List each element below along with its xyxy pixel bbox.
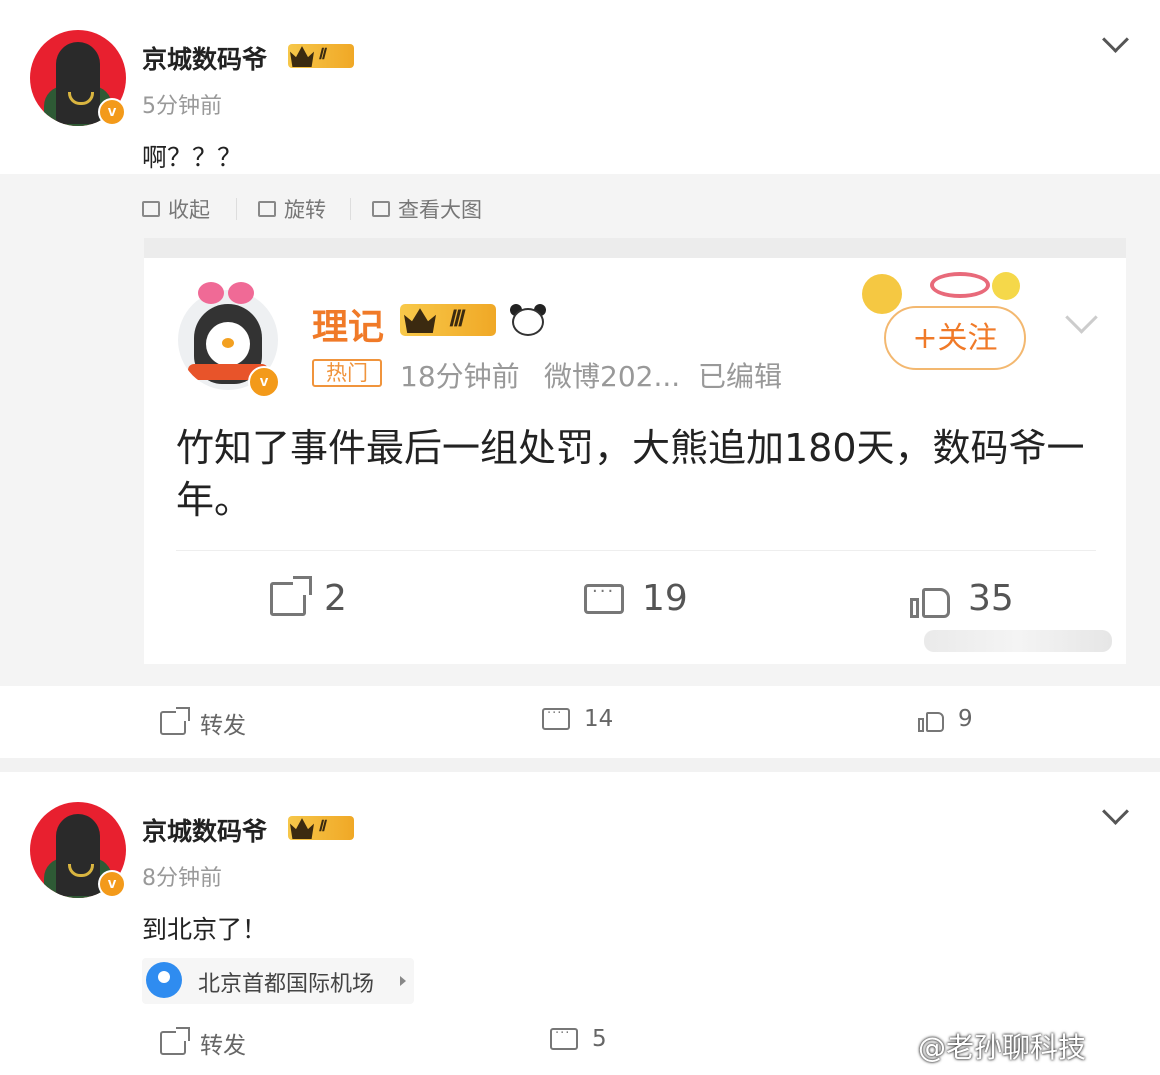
post-text: 啊？？？ xyxy=(142,143,243,172)
quoted-repost-button[interactable]: 2 xyxy=(270,575,347,619)
collapse-button[interactable]: 收起 xyxy=(142,194,210,224)
share-icon xyxy=(270,575,312,616)
level-label: Ⅱ xyxy=(318,47,326,63)
ribbon-decoration xyxy=(930,272,990,298)
location-label: 北京首都国际机场 xyxy=(198,972,375,997)
verified-badge-icon: v xyxy=(98,870,126,898)
verified-badge-icon: v xyxy=(98,98,126,126)
comment-button[interactable]: 14 xyxy=(542,706,613,732)
comment-icon xyxy=(584,581,624,614)
panda-icon xyxy=(508,304,548,338)
card-top-strip xyxy=(144,238,1126,258)
rotate-label: 旋转 xyxy=(284,198,326,222)
rotate-button[interactable]: 旋转 xyxy=(258,194,326,224)
repost-count: 2 xyxy=(324,578,347,619)
repost-button[interactable]: 转发 xyxy=(160,1026,246,1060)
quoted-source: 微博202... xyxy=(544,360,681,393)
quoted-text: 竹知了事件最后一组处罚，大熊追加180天，数码爷一年。 xyxy=(176,426,1085,522)
repost-button[interactable]: 转发 xyxy=(160,706,246,740)
post-time: 5分钟前 xyxy=(142,94,222,119)
blurred-area xyxy=(924,630,1112,652)
hot-tag: 热门 xyxy=(312,359,382,387)
follow-button[interactable]: +关注 xyxy=(884,306,1026,370)
repost-label: 转发 xyxy=(200,1033,246,1059)
view-large-label: 查看大图 xyxy=(398,198,482,222)
comment-icon xyxy=(542,706,570,730)
level-label: Ⅲ xyxy=(448,306,464,331)
crown-icon xyxy=(290,46,314,67)
chevron-down-icon[interactable] xyxy=(1102,26,1129,53)
level-label: Ⅱ xyxy=(318,819,326,835)
divider xyxy=(350,198,351,220)
repost-label: 转发 xyxy=(200,713,246,739)
crown-level-badge: Ⅱ xyxy=(288,44,354,68)
view-large-button[interactable]: 查看大图 xyxy=(372,194,482,224)
divider xyxy=(236,198,237,220)
like-count: 9 xyxy=(958,706,973,732)
divider xyxy=(176,550,1096,551)
bow-icon xyxy=(196,278,256,308)
like-icon xyxy=(910,580,950,618)
location-pin-icon xyxy=(146,962,182,998)
crown-icon xyxy=(404,308,436,333)
verified-badge-icon: v xyxy=(248,366,280,398)
edited-label: 已编辑 xyxy=(698,360,783,393)
watermark: @老孙聊科技 xyxy=(918,1031,1087,1064)
comment-icon xyxy=(550,1026,578,1050)
chevron-down-icon[interactable] xyxy=(1102,798,1129,825)
rotate-icon xyxy=(258,201,276,217)
crown-level-badge: Ⅱ xyxy=(288,816,354,840)
comment-button[interactable]: 5 xyxy=(550,1026,607,1052)
quoted-comment-button[interactable]: 19 xyxy=(584,578,688,619)
comment-count: 5 xyxy=(592,1026,607,1052)
post-separator xyxy=(0,758,1160,772)
collapse-label: 收起 xyxy=(168,198,210,222)
like-button[interactable]: 9 xyxy=(918,706,973,732)
username[interactable]: 京城数码爷 xyxy=(142,812,267,848)
arrow-right-icon xyxy=(400,976,406,986)
collapse-icon xyxy=(142,201,160,217)
crown-icon xyxy=(290,818,314,839)
like-count: 35 xyxy=(968,578,1014,619)
share-icon xyxy=(160,1027,190,1055)
image-icon xyxy=(372,201,390,217)
comment-count: 19 xyxy=(642,578,688,619)
post-text: 到北京了！ xyxy=(142,915,268,944)
like-icon xyxy=(918,706,944,732)
username[interactable]: 京城数码爷 xyxy=(142,40,267,76)
post-time: 8分钟前 xyxy=(142,866,222,891)
smiley-decoration xyxy=(992,272,1020,300)
comment-count: 14 xyxy=(584,706,614,732)
flower-decoration xyxy=(862,274,902,314)
crown-level-badge: Ⅲ xyxy=(400,304,496,336)
quoted-username[interactable]: 理记 xyxy=(312,298,384,350)
quoted-like-button[interactable]: 35 xyxy=(910,578,1014,619)
quoted-time: 18分钟前 xyxy=(400,360,520,393)
share-icon xyxy=(160,707,190,735)
